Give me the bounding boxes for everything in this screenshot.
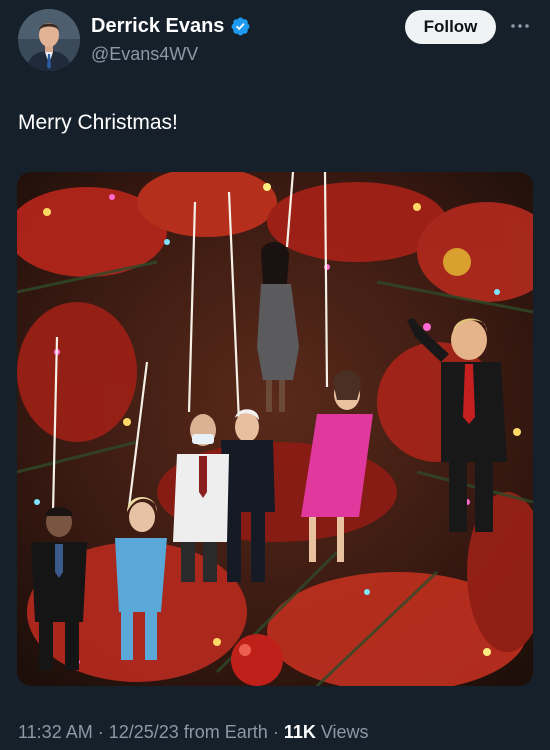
tweet-source: from Earth: [183, 722, 268, 742]
author-display-name[interactable]: Derrick Evans: [91, 15, 224, 38]
avatar-photo: [18, 9, 80, 71]
christmas-tree-photo: [17, 172, 533, 686]
tweet-media-image[interactable]: [17, 172, 533, 686]
follow-button[interactable]: Follow: [405, 10, 496, 44]
tweet-date[interactable]: 12/25/23: [109, 722, 179, 743]
views-count: 11K: [283, 722, 316, 742]
author-handle[interactable]: @Evans4WV: [91, 44, 198, 65]
author-name-row: Derrick Evans: [91, 15, 251, 38]
tweet-text: Merry Christmas!: [18, 111, 178, 134]
views-label: Views: [320, 722, 369, 742]
author-avatar[interactable]: [18, 9, 80, 71]
meta-separator: ·: [272, 722, 279, 742]
tweet-time[interactable]: 11:32 AM: [18, 722, 93, 743]
tweet-metadata: 11:32 AM · 12/25/23 from Earth · 11K Vie…: [18, 722, 369, 743]
tweet-header: Derrick Evans @Evans4WV Follow: [0, 0, 550, 90]
more-options-icon[interactable]: [508, 16, 532, 36]
meta-separator: ·: [97, 722, 104, 742]
verified-badge-icon: [230, 16, 251, 37]
